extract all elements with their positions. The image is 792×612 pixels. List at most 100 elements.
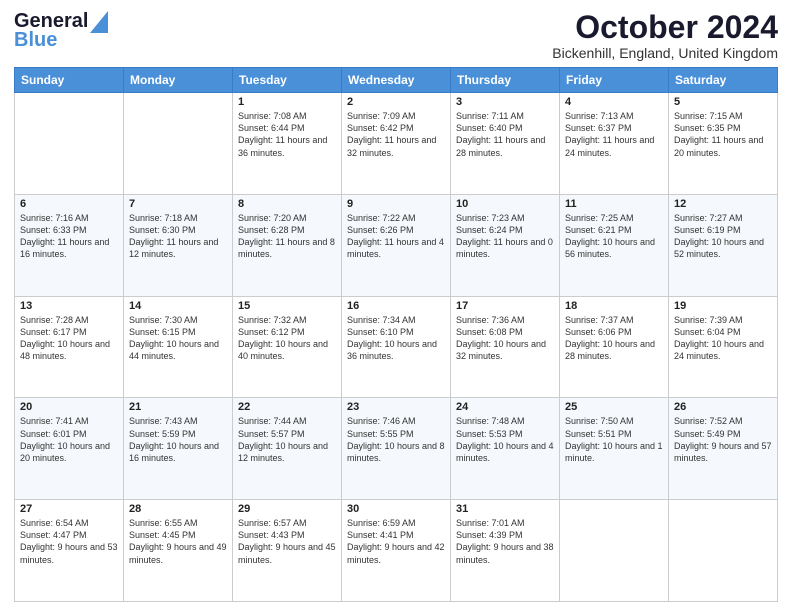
day-number: 4 bbox=[565, 96, 663, 108]
cell-content: Sunrise: 7:48 AMSunset: 5:53 PMDaylight:… bbox=[456, 415, 554, 464]
cell-content: Sunrise: 7:37 AMSunset: 6:06 PMDaylight:… bbox=[565, 314, 663, 363]
cell-content: Sunrise: 6:55 AMSunset: 4:45 PMDaylight:… bbox=[129, 517, 227, 566]
cell-content: Sunrise: 7:32 AMSunset: 6:12 PMDaylight:… bbox=[238, 314, 336, 363]
cell-content: Sunrise: 7:15 AMSunset: 6:35 PMDaylight:… bbox=[674, 110, 772, 159]
title-block: October 2024 Bickenhill, England, United… bbox=[552, 10, 778, 61]
table-row: 26 Sunrise: 7:52 AMSunset: 5:49 PMDaylig… bbox=[669, 398, 778, 500]
col-tuesday: Tuesday bbox=[233, 68, 342, 93]
cell-content: Sunrise: 7:11 AMSunset: 6:40 PMDaylight:… bbox=[456, 110, 554, 159]
day-number: 1 bbox=[238, 96, 336, 108]
col-wednesday: Wednesday bbox=[342, 68, 451, 93]
calendar-week-row: 27 Sunrise: 6:54 AMSunset: 4:47 PMDaylig… bbox=[15, 500, 778, 602]
table-row: 22 Sunrise: 7:44 AMSunset: 5:57 PMDaylig… bbox=[233, 398, 342, 500]
cell-content: Sunrise: 7:41 AMSunset: 6:01 PMDaylight:… bbox=[20, 415, 118, 464]
cell-content: Sunrise: 7:52 AMSunset: 5:49 PMDaylight:… bbox=[674, 415, 772, 464]
table-row: 29 Sunrise: 6:57 AMSunset: 4:43 PMDaylig… bbox=[233, 500, 342, 602]
day-number: 7 bbox=[129, 198, 227, 210]
calendar-week-row: 13 Sunrise: 7:28 AMSunset: 6:17 PMDaylig… bbox=[15, 296, 778, 398]
cell-content: Sunrise: 7:28 AMSunset: 6:17 PMDaylight:… bbox=[20, 314, 118, 363]
day-number: 10 bbox=[456, 198, 554, 210]
col-sunday: Sunday bbox=[15, 68, 124, 93]
day-number: 13 bbox=[20, 300, 118, 312]
day-number: 6 bbox=[20, 198, 118, 210]
col-thursday: Thursday bbox=[451, 68, 560, 93]
table-row: 21 Sunrise: 7:43 AMSunset: 5:59 PMDaylig… bbox=[124, 398, 233, 500]
location: Bickenhill, England, United Kingdom bbox=[552, 45, 778, 61]
day-number: 3 bbox=[456, 96, 554, 108]
table-row: 18 Sunrise: 7:37 AMSunset: 6:06 PMDaylig… bbox=[560, 296, 669, 398]
cell-content: Sunrise: 7:36 AMSunset: 6:08 PMDaylight:… bbox=[456, 314, 554, 363]
table-row: 15 Sunrise: 7:32 AMSunset: 6:12 PMDaylig… bbox=[233, 296, 342, 398]
table-row: 17 Sunrise: 7:36 AMSunset: 6:08 PMDaylig… bbox=[451, 296, 560, 398]
table-row: 14 Sunrise: 7:30 AMSunset: 6:15 PMDaylig… bbox=[124, 296, 233, 398]
logo-triangle-icon bbox=[90, 11, 108, 33]
table-row: 19 Sunrise: 7:39 AMSunset: 6:04 PMDaylig… bbox=[669, 296, 778, 398]
table-row bbox=[124, 93, 233, 195]
day-number: 19 bbox=[674, 300, 772, 312]
calendar-week-row: 1 Sunrise: 7:08 AMSunset: 6:44 PMDayligh… bbox=[15, 93, 778, 195]
day-number: 20 bbox=[20, 401, 118, 413]
table-row: 16 Sunrise: 7:34 AMSunset: 6:10 PMDaylig… bbox=[342, 296, 451, 398]
table-row: 25 Sunrise: 7:50 AMSunset: 5:51 PMDaylig… bbox=[560, 398, 669, 500]
cell-content: Sunrise: 7:16 AMSunset: 6:33 PMDaylight:… bbox=[20, 212, 118, 261]
cell-content: Sunrise: 7:39 AMSunset: 6:04 PMDaylight:… bbox=[674, 314, 772, 363]
cell-content: Sunrise: 7:25 AMSunset: 6:21 PMDaylight:… bbox=[565, 212, 663, 261]
day-number: 5 bbox=[674, 96, 772, 108]
cell-content: Sunrise: 7:50 AMSunset: 5:51 PMDaylight:… bbox=[565, 415, 663, 464]
table-row: 12 Sunrise: 7:27 AMSunset: 6:19 PMDaylig… bbox=[669, 194, 778, 296]
cell-content: Sunrise: 6:57 AMSunset: 4:43 PMDaylight:… bbox=[238, 517, 336, 566]
table-row: 30 Sunrise: 6:59 AMSunset: 4:41 PMDaylig… bbox=[342, 500, 451, 602]
cell-content: Sunrise: 7:30 AMSunset: 6:15 PMDaylight:… bbox=[129, 314, 227, 363]
cell-content: Sunrise: 7:08 AMSunset: 6:44 PMDaylight:… bbox=[238, 110, 336, 159]
calendar-week-row: 6 Sunrise: 7:16 AMSunset: 6:33 PMDayligh… bbox=[15, 194, 778, 296]
header: General Blue October 2024 Bickenhill, En… bbox=[14, 10, 778, 61]
day-number: 9 bbox=[347, 198, 445, 210]
logo-blue: Blue bbox=[14, 29, 57, 52]
day-number: 12 bbox=[674, 198, 772, 210]
calendar-header-row: Sunday Monday Tuesday Wednesday Thursday… bbox=[15, 68, 778, 93]
cell-content: Sunrise: 7:22 AMSunset: 6:26 PMDaylight:… bbox=[347, 212, 445, 261]
col-saturday: Saturday bbox=[669, 68, 778, 93]
table-row: 31 Sunrise: 7:01 AMSunset: 4:39 PMDaylig… bbox=[451, 500, 560, 602]
table-row: 6 Sunrise: 7:16 AMSunset: 6:33 PMDayligh… bbox=[15, 194, 124, 296]
day-number: 17 bbox=[456, 300, 554, 312]
cell-content: Sunrise: 6:59 AMSunset: 4:41 PMDaylight:… bbox=[347, 517, 445, 566]
table-row: 4 Sunrise: 7:13 AMSunset: 6:37 PMDayligh… bbox=[560, 93, 669, 195]
cell-content: Sunrise: 7:13 AMSunset: 6:37 PMDaylight:… bbox=[565, 110, 663, 159]
table-row: 20 Sunrise: 7:41 AMSunset: 6:01 PMDaylig… bbox=[15, 398, 124, 500]
table-row: 8 Sunrise: 7:20 AMSunset: 6:28 PMDayligh… bbox=[233, 194, 342, 296]
day-number: 28 bbox=[129, 503, 227, 515]
table-row: 24 Sunrise: 7:48 AMSunset: 5:53 PMDaylig… bbox=[451, 398, 560, 500]
table-row bbox=[15, 93, 124, 195]
day-number: 16 bbox=[347, 300, 445, 312]
table-row: 13 Sunrise: 7:28 AMSunset: 6:17 PMDaylig… bbox=[15, 296, 124, 398]
day-number: 14 bbox=[129, 300, 227, 312]
cell-content: Sunrise: 7:18 AMSunset: 6:30 PMDaylight:… bbox=[129, 212, 227, 261]
day-number: 11 bbox=[565, 198, 663, 210]
cell-content: Sunrise: 7:01 AMSunset: 4:39 PMDaylight:… bbox=[456, 517, 554, 566]
day-number: 26 bbox=[674, 401, 772, 413]
cell-content: Sunrise: 7:46 AMSunset: 5:55 PMDaylight:… bbox=[347, 415, 445, 464]
table-row bbox=[560, 500, 669, 602]
cell-content: Sunrise: 7:27 AMSunset: 6:19 PMDaylight:… bbox=[674, 212, 772, 261]
day-number: 24 bbox=[456, 401, 554, 413]
col-friday: Friday bbox=[560, 68, 669, 93]
day-number: 2 bbox=[347, 96, 445, 108]
table-row: 7 Sunrise: 7:18 AMSunset: 6:30 PMDayligh… bbox=[124, 194, 233, 296]
day-number: 8 bbox=[238, 198, 336, 210]
day-number: 21 bbox=[129, 401, 227, 413]
table-row: 2 Sunrise: 7:09 AMSunset: 6:42 PMDayligh… bbox=[342, 93, 451, 195]
day-number: 22 bbox=[238, 401, 336, 413]
logo: General Blue bbox=[14, 10, 108, 52]
table-row: 1 Sunrise: 7:08 AMSunset: 6:44 PMDayligh… bbox=[233, 93, 342, 195]
day-number: 18 bbox=[565, 300, 663, 312]
col-monday: Monday bbox=[124, 68, 233, 93]
cell-content: Sunrise: 6:54 AMSunset: 4:47 PMDaylight:… bbox=[20, 517, 118, 566]
table-row: 28 Sunrise: 6:55 AMSunset: 4:45 PMDaylig… bbox=[124, 500, 233, 602]
table-row: 5 Sunrise: 7:15 AMSunset: 6:35 PMDayligh… bbox=[669, 93, 778, 195]
table-row: 9 Sunrise: 7:22 AMSunset: 6:26 PMDayligh… bbox=[342, 194, 451, 296]
day-number: 25 bbox=[565, 401, 663, 413]
cell-content: Sunrise: 7:20 AMSunset: 6:28 PMDaylight:… bbox=[238, 212, 336, 261]
table-row bbox=[669, 500, 778, 602]
cell-content: Sunrise: 7:44 AMSunset: 5:57 PMDaylight:… bbox=[238, 415, 336, 464]
